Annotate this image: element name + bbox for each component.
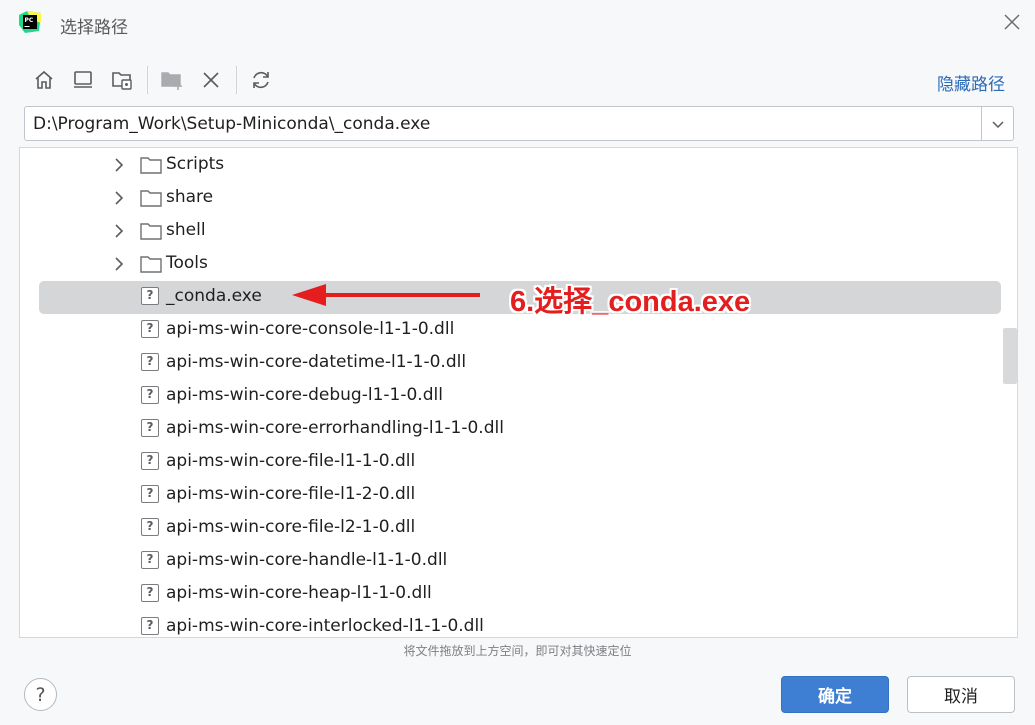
- tree-file-row[interactable]: ? api-ms-win-core-file-l2-1-0.dll: [20, 512, 1000, 545]
- folder-icon: [140, 256, 162, 273]
- folder-icon: [140, 190, 162, 207]
- cancel-button[interactable]: 取消: [907, 676, 1015, 713]
- tree-item-label: shell: [166, 220, 206, 240]
- tree-item-label: api-ms-win-core-datetime-l1-1-0.dll: [166, 352, 467, 372]
- pycharm-logo-icon: PC: [19, 11, 41, 33]
- scrollbar-thumb[interactable]: [1003, 328, 1017, 384]
- tree-item-label: api-ms-win-core-file-l2-1-0.dll: [166, 517, 416, 537]
- tree-item-label: share: [166, 187, 214, 207]
- home-button[interactable]: [30, 66, 58, 94]
- tree-item-label: api-ms-win-core-handle-l1-1-0.dll: [166, 550, 448, 570]
- annotation-text: 6.选择_conda.exe: [510, 286, 751, 318]
- tree-file-row[interactable]: ? api-ms-win-core-datetime-l1-1-0.dll: [20, 347, 1000, 380]
- delete-button[interactable]: [197, 66, 225, 94]
- hide-path-link[interactable]: 隐藏路径: [937, 70, 1005, 95]
- home-icon: [35, 70, 53, 89]
- unknown-file-icon: ?: [141, 419, 159, 437]
- desktop-icon: [74, 71, 92, 88]
- tree-item-label: api-ms-win-core-console-l1-1-0.dll: [166, 319, 455, 339]
- new-folder-button[interactable]: [158, 66, 186, 94]
- chevron-right-icon[interactable]: [112, 157, 126, 173]
- tree-file-row[interactable]: ? api-ms-win-core-interlocked-l1-1-0.dll: [20, 611, 1000, 637]
- unknown-file-icon: ?: [141, 320, 159, 338]
- chevron-right-icon[interactable]: [112, 223, 126, 239]
- unknown-file-icon: ?: [141, 353, 159, 371]
- app-logo-text: PC: [25, 17, 34, 24]
- tree-item-label: _conda.exe: [166, 286, 262, 306]
- folder-icon: [140, 157, 162, 174]
- unknown-file-icon: ?: [141, 386, 159, 404]
- chevron-down-icon: [991, 120, 1004, 128]
- help-button[interactable]: ?: [24, 678, 57, 711]
- folder-icon: [140, 223, 162, 240]
- tree-folder-row[interactable]: Scripts: [20, 149, 1000, 182]
- file-tree[interactable]: Scripts share shell Tools? _conda.exe? api-ms…: [19, 147, 1018, 638]
- tree-item-label: api-ms-win-core-file-l1-1-0.dll: [166, 451, 416, 471]
- chevron-right-icon[interactable]: [112, 190, 126, 206]
- close-icon[interactable]: [1001, 11, 1023, 33]
- refresh-icon: [253, 71, 269, 89]
- tree-file-row[interactable]: ? api-ms-win-core-debug-l1-1-0.dll: [20, 380, 1000, 413]
- ok-button[interactable]: 确定: [781, 676, 889, 713]
- toolbar-separator: [147, 66, 148, 94]
- tree-item-label: api-ms-win-core-errorhandling-l1-1-0.dll: [166, 418, 504, 438]
- delete-icon: [203, 72, 219, 88]
- unknown-file-icon: ?: [141, 584, 159, 602]
- tree-item-label: api-ms-win-core-debug-l1-1-0.dll: [166, 385, 443, 405]
- project-folder-button[interactable]: [108, 66, 136, 94]
- path-input[interactable]: [25, 107, 981, 140]
- unknown-file-icon: ?: [141, 485, 159, 503]
- title-bar: PC 选择路径: [0, 0, 1035, 48]
- tree-file-row[interactable]: ? api-ms-win-core-file-l1-2-0.dll: [20, 479, 1000, 512]
- tree-item-label: Tools: [166, 253, 208, 273]
- drop-hint-text: 将文件拖放到上方空间，即可对其快速定位: [403, 644, 632, 658]
- desktop-button[interactable]: [69, 66, 97, 94]
- tree-item-label: Scripts: [166, 154, 225, 174]
- new-folder-icon: [161, 72, 182, 90]
- tree-folder-row[interactable]: Tools: [20, 248, 1000, 281]
- chevron-right-icon[interactable]: [112, 256, 126, 272]
- unknown-file-icon: ?: [141, 518, 159, 536]
- tree-file-row[interactable]: ? api-ms-win-core-handle-l1-1-0.dll: [20, 545, 1000, 578]
- toolbar: 隐藏路径: [30, 64, 1020, 98]
- toolbar-separator: [236, 66, 237, 94]
- window-title: 选择路径: [60, 18, 128, 38]
- tree-item-label: api-ms-win-core-file-l1-2-0.dll: [166, 484, 416, 504]
- tree-file-row[interactable]: ? api-ms-win-core-heap-l1-1-0.dll: [20, 578, 1000, 611]
- path-dropdown-button[interactable]: [981, 107, 1013, 140]
- tree-item-label: api-ms-win-core-heap-l1-1-0.dll: [166, 583, 432, 603]
- tree-file-row[interactable]: ? api-ms-win-core-file-l1-1-0.dll: [20, 446, 1000, 479]
- unknown-file-icon: ?: [141, 287, 159, 305]
- tree-folder-row[interactable]: shell: [20, 215, 1000, 248]
- path-combobox[interactable]: [24, 106, 1014, 141]
- unknown-file-icon: ?: [141, 551, 159, 569]
- refresh-button[interactable]: [247, 66, 275, 94]
- project-folder-icon: [112, 72, 132, 90]
- tree-folder-row[interactable]: share: [20, 182, 1000, 215]
- unknown-file-icon: ?: [141, 617, 159, 635]
- tree-item-label: api-ms-win-core-interlocked-l1-1-0.dll: [166, 616, 484, 636]
- unknown-file-icon: ?: [141, 452, 159, 470]
- annotation-arrow-icon: [292, 284, 480, 306]
- tree-file-row[interactable]: ? api-ms-win-core-errorhandling-l1-1-0.dl…: [20, 413, 1000, 446]
